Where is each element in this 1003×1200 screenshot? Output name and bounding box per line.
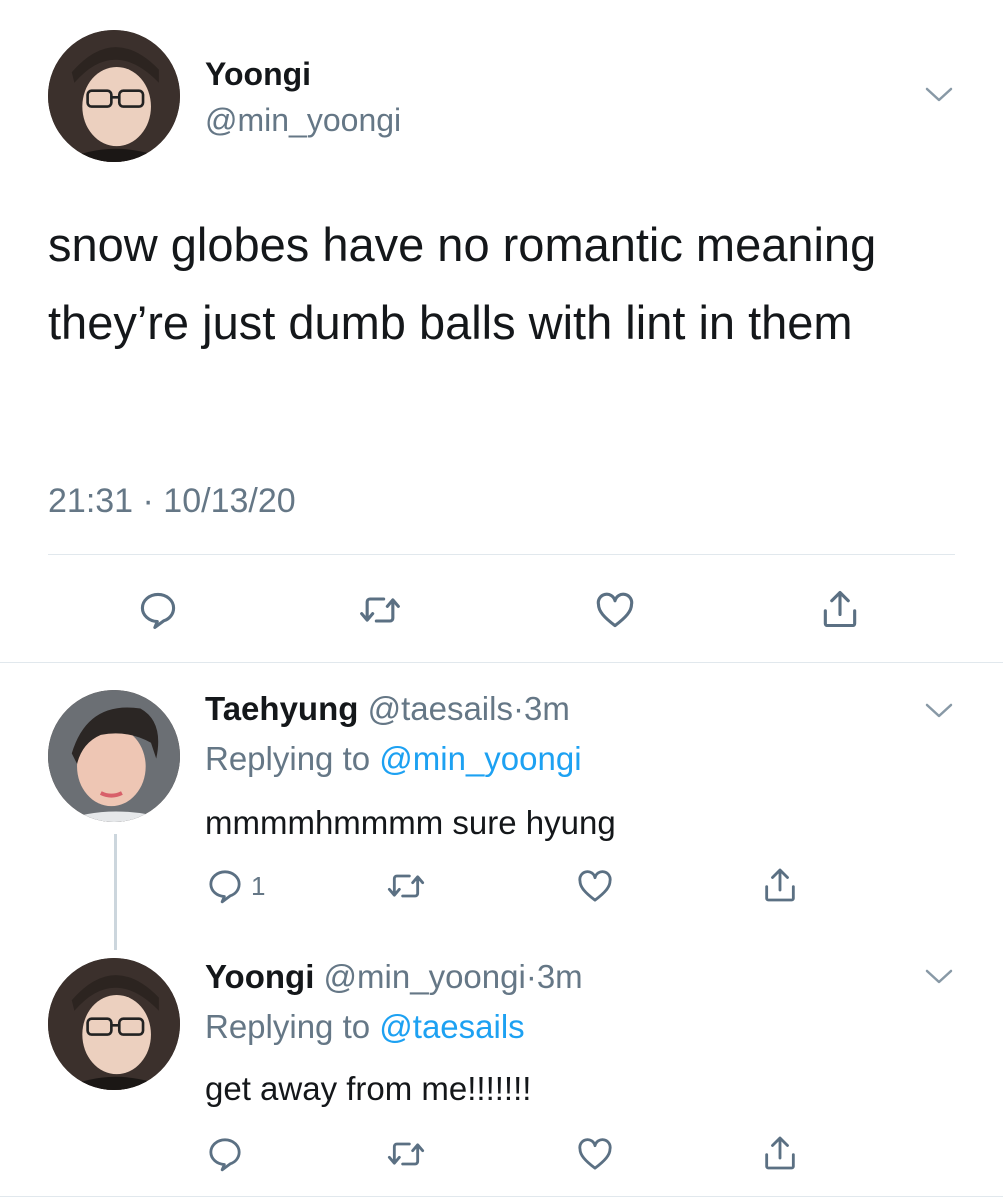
like-button[interactable] bbox=[592, 588, 638, 632]
author-name[interactable]: Taehyung bbox=[205, 690, 358, 727]
share-icon bbox=[760, 1132, 800, 1174]
reply-icon bbox=[205, 866, 245, 906]
replying-to-label: Replying to bbox=[205, 1008, 371, 1045]
retweet-icon bbox=[356, 588, 404, 632]
reply-header: Taehyung @taesails·3m bbox=[205, 690, 570, 728]
share-icon bbox=[818, 586, 862, 632]
reply-icon bbox=[205, 1134, 245, 1174]
reply-icon bbox=[136, 588, 180, 632]
avatar[interactable] bbox=[48, 30, 180, 162]
replying-to: Replying to @min_yoongi bbox=[205, 740, 582, 778]
chevron-down-icon[interactable] bbox=[924, 702, 954, 720]
author-handle[interactable]: @min_yoongi bbox=[324, 958, 526, 995]
retweet-button[interactable] bbox=[384, 1134, 428, 1174]
separator-dot: · bbox=[525, 958, 537, 995]
tweet-text: snow globes have no romantic meaning the… bbox=[48, 218, 877, 349]
reply-button[interactable] bbox=[136, 588, 180, 632]
reply-button[interactable]: 1 bbox=[205, 866, 265, 906]
like-button[interactable] bbox=[575, 1134, 615, 1174]
tweet-timestamp[interactable]: 21:31 · 10/13/20 bbox=[48, 482, 296, 521]
replying-to-handle[interactable]: @taesails bbox=[379, 1008, 524, 1045]
author-name[interactable]: Yoongi bbox=[205, 56, 311, 93]
chevron-down-icon[interactable] bbox=[924, 86, 954, 104]
replying-to-label: Replying to bbox=[205, 740, 371, 777]
reply-time[interactable]: 3m bbox=[524, 690, 570, 727]
reply-header: Yoongi @min_yoongi·3m bbox=[205, 958, 583, 996]
chevron-down-icon[interactable] bbox=[924, 968, 954, 986]
retweet-button[interactable] bbox=[356, 588, 404, 632]
retweet-icon bbox=[384, 866, 428, 906]
author-name[interactable]: Yoongi bbox=[205, 958, 314, 995]
heart-icon bbox=[575, 866, 615, 906]
separator-dot: · bbox=[512, 690, 524, 727]
reply-button[interactable] bbox=[205, 1134, 245, 1174]
retweet-icon bbox=[384, 1134, 428, 1174]
retweet-button[interactable] bbox=[384, 866, 428, 906]
divider bbox=[0, 662, 1003, 663]
reply-time[interactable]: 3m bbox=[537, 958, 583, 995]
heart-icon bbox=[575, 1134, 615, 1174]
replying-to-handle[interactable]: @min_yoongi bbox=[379, 740, 581, 777]
avatar[interactable] bbox=[48, 690, 180, 822]
reply-text: get away from me!!!!!!! bbox=[205, 1070, 532, 1107]
replying-to: Replying to @taesails bbox=[205, 1008, 525, 1046]
divider bbox=[48, 554, 955, 555]
author-handle[interactable]: @taesails bbox=[368, 690, 513, 727]
share-button[interactable] bbox=[760, 864, 800, 906]
share-button[interactable] bbox=[818, 586, 862, 632]
like-button[interactable] bbox=[575, 866, 615, 906]
divider bbox=[0, 1196, 1003, 1197]
author-handle[interactable]: @min_yoongi bbox=[205, 102, 401, 139]
reply-count: 1 bbox=[251, 870, 266, 901]
heart-icon bbox=[592, 588, 638, 632]
share-icon bbox=[760, 864, 800, 906]
share-button[interactable] bbox=[760, 1132, 800, 1174]
avatar[interactable] bbox=[48, 958, 180, 1090]
reply-text: mmmmhmmmm sure hyung bbox=[205, 804, 616, 841]
